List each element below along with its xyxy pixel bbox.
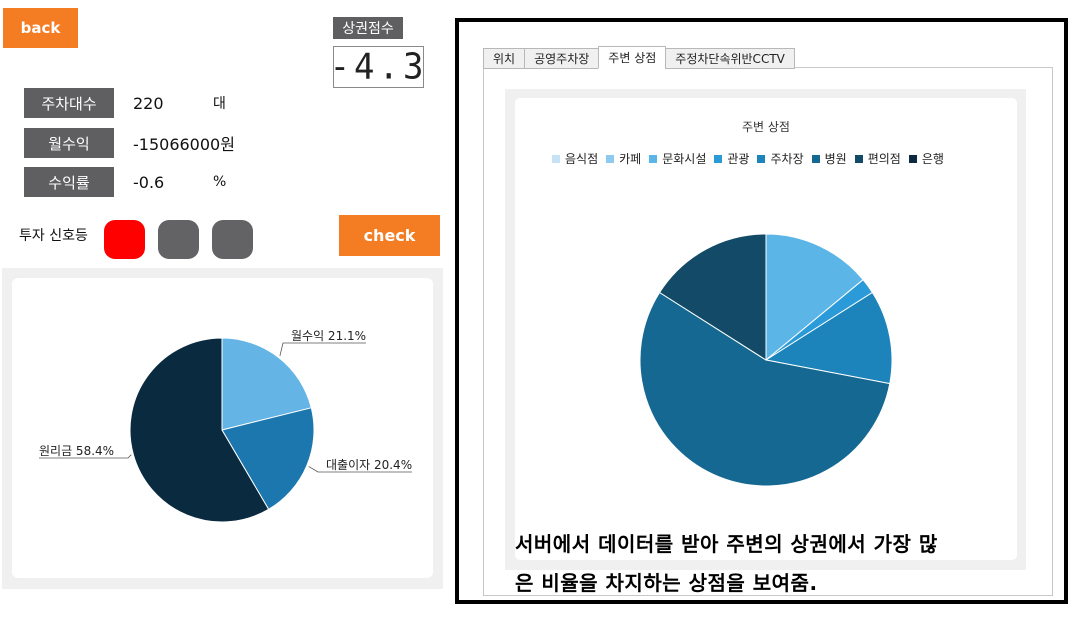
tab-public-parking[interactable]: 공영주차장	[524, 48, 600, 69]
legend-label-5: 병원	[824, 152, 847, 166]
caption-line-2: 은 비율을 차지하는 상점을 보여줌.	[515, 571, 818, 595]
legend-item-4[interactable]: 주차장	[757, 150, 804, 167]
legend-item-6[interactable]: 편의점	[854, 150, 901, 167]
legend-item-2[interactable]: 문화시설	[649, 150, 706, 167]
legend-item-3[interactable]: 관광	[714, 150, 749, 167]
tab-location[interactable]: 위치	[483, 48, 526, 69]
tab-bar: 위치 공영주차장 주변 상점 주정차단속위반CCTV	[483, 46, 795, 69]
legend-label-1: 카페	[619, 152, 642, 166]
legend-swatch-3	[714, 154, 723, 163]
stores-chart-title: 주변 상점	[742, 120, 790, 134]
finance-pie-label-0: 월수익 21.1%	[291, 329, 366, 343]
finance-pie-leader-0	[279, 342, 366, 357]
finance-pie-label-2: 원리금 58.4%	[39, 444, 114, 458]
legend-item-5[interactable]: 병원	[811, 150, 847, 167]
tab-nearby-stores[interactable]: 주변 상점	[598, 46, 667, 69]
finance-pie-chart: 월수익 21.1% 대출이자 20.4% 원리금 58.4%	[39, 329, 412, 523]
legend-swatch-2	[649, 154, 658, 163]
legend-swatch-5	[811, 154, 820, 163]
legend-item-7[interactable]: 은행	[908, 150, 944, 167]
stores-chart-legend: 음식점 카페 문화시설 관광 주차장 병원 편의점 은행	[552, 150, 952, 167]
stores-pie-chart	[639, 233, 893, 487]
legend-swatch-4	[757, 154, 766, 163]
legend-label-6: 편의점	[867, 152, 901, 166]
legend-label-0: 음식점	[565, 152, 599, 166]
finance-pie-label-1: 대출이자 20.4%	[326, 458, 412, 472]
tab-parking-cctv[interactable]: 주정차단속위반CCTV	[665, 48, 795, 69]
legend-label-2: 문화시설	[662, 152, 707, 166]
legend-swatch-1	[606, 154, 615, 163]
legend-label-7: 은행	[921, 152, 944, 166]
legend-swatch-0	[552, 154, 560, 163]
legend-swatch-7	[908, 154, 917, 163]
legend-item-1[interactable]: 카페	[606, 150, 641, 167]
legend-item-0[interactable]: 음식점	[552, 150, 598, 167]
legend-label-3: 관광	[727, 152, 750, 166]
caption-line-1: 서버에서 데이터를 받아 주변의 상권에서 가장 많	[515, 532, 938, 556]
legend-label-4: 주차장	[770, 152, 804, 166]
legend-swatch-6	[854, 154, 863, 163]
